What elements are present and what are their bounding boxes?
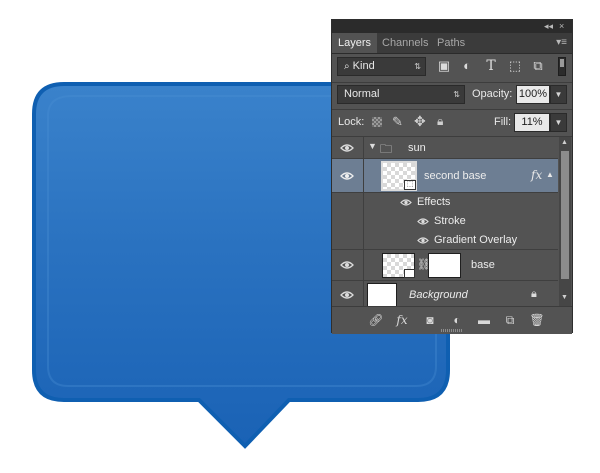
visibility-cell — [332, 137, 364, 158]
panel-menu-icon[interactable]: ▾≡ — [556, 33, 567, 53]
lock-label: Lock: — [338, 116, 365, 128]
visibility-cell — [332, 159, 364, 192]
resize-grip[interactable] — [441, 329, 463, 332]
scroll-up-icon[interactable]: ▲ — [561, 139, 568, 146]
lock-transparent-icon[interactable] — [372, 117, 382, 127]
fx-icon[interactable]: fx — [394, 313, 410, 327]
folder-icon[interactable]: ▬ — [476, 313, 492, 327]
lock-position-icon[interactable]: ✥ — [414, 113, 426, 130]
lock-icon: 🔒︎ — [531, 288, 537, 300]
visibility-cell — [332, 281, 364, 306]
eye-icon[interactable] — [340, 290, 354, 300]
mask-icon[interactable]: ◙ — [422, 313, 438, 327]
eye-icon[interactable] — [340, 260, 354, 270]
eye-icon[interactable] — [400, 198, 412, 207]
effect-name: Stroke — [434, 215, 466, 227]
layer-name: base — [471, 259, 495, 271]
smart-object-filter-icon[interactable]: ⧉ — [530, 58, 546, 74]
type-filter-icon[interactable]: T — [483, 58, 499, 74]
adjustment-icon[interactable]: ◐ — [449, 313, 465, 327]
kind-filter-dropdown[interactable]: ⌕ Kind ⇅ — [337, 57, 426, 76]
tab-paths[interactable]: Paths — [431, 33, 471, 53]
folder-icon: 🗀︎ — [380, 142, 393, 156]
visibility-cell — [332, 193, 364, 212]
blend-mode-value: Normal — [344, 88, 380, 100]
link-icon[interactable]: 🔗︎ — [368, 313, 384, 327]
trash-icon[interactable]: 🗑︎ — [529, 313, 545, 327]
effect-stroke[interactable]: Stroke — [332, 212, 558, 231]
blend-row: Normal ⇅ Opacity: 100% ▼ — [332, 82, 572, 110]
tab-channels[interactable]: Channels — [376, 33, 434, 53]
layer-name: second base — [424, 170, 487, 182]
fill-dropdown-arrow[interactable]: ▼ — [550, 113, 567, 132]
disclosure-triangle-icon[interactable]: ▼ — [368, 141, 377, 151]
blend-mode-dropdown[interactable]: Normal ⇅ — [337, 85, 465, 104]
updown-arrows-icon: ⇅ — [453, 90, 460, 99]
effect-gradient-overlay[interactable]: Gradient Overlay — [332, 231, 558, 250]
scrollbar-thumb[interactable] — [561, 151, 569, 279]
updown-arrows-icon: ⇅ — [414, 62, 421, 71]
layer-name: sun — [408, 142, 426, 154]
panel-titlebar: ◂◂ × — [332, 20, 572, 33]
filter-row: ⌕ Kind ⇅ ▣ ◐ T ⬚ ⧉ — [332, 53, 572, 83]
opacity-input[interactable]: 100% — [516, 85, 550, 104]
double-chevron-icon[interactable]: ◂◂ — [544, 19, 553, 33]
image-filter-icon[interactable]: ▣ — [436, 58, 452, 74]
layer-base[interactable]: ⛓︎ base — [332, 250, 558, 281]
layers-scrollbar[interactable]: ▲ ▼ — [559, 137, 571, 306]
close-icon[interactable]: × — [559, 19, 564, 33]
effects-label: Effects — [417, 196, 451, 208]
scroll-down-icon[interactable]: ▼ — [561, 294, 568, 301]
opacity-label: Opacity: — [472, 88, 513, 100]
layer-thumbnail — [367, 283, 397, 306]
kind-filter-label: Kind — [352, 60, 375, 72]
layers-panel: ◂◂ × Layers Channels Paths ▾≡ ⌕ Kind ⇅ ▣… — [331, 19, 573, 334]
tab-layers[interactable]: Layers — [332, 33, 378, 53]
lock-paint-icon[interactable]: ✎ — [392, 114, 403, 130]
layer-thumbnail — [382, 253, 415, 278]
eye-icon[interactable] — [340, 143, 354, 153]
visibility-cell — [332, 231, 364, 249]
layer-list: ▼ 🗀︎ sun ⬚ second base fx ▲ Effects Stro… — [332, 137, 558, 306]
visibility-cell — [332, 212, 364, 231]
layer-background[interactable]: Background 🔒︎ — [332, 281, 558, 306]
eye-icon[interactable] — [340, 171, 354, 181]
shape-layer-badge-icon — [404, 269, 415, 278]
lock-row: Lock: ✎ ✥ 🔒︎ Fill: 11% ▼ — [332, 109, 572, 137]
eye-icon[interactable] — [417, 217, 429, 226]
fx-collapse-arrow-icon[interactable]: ▲ — [546, 170, 554, 179]
visibility-cell — [332, 250, 364, 280]
layer-thumbnail: ⬚ — [381, 161, 417, 191]
eye-icon[interactable] — [417, 236, 429, 245]
shape-filter-icon[interactable]: ⬚ — [507, 58, 523, 74]
fill-label: Fill: — [494, 116, 512, 128]
shape-layer-badge-icon: ⬚ — [404, 180, 416, 190]
effect-name: Gradient Overlay — [434, 234, 518, 246]
layer-mask-thumbnail[interactable] — [428, 253, 461, 278]
fill-input[interactable]: 11% — [514, 113, 550, 132]
effects-header[interactable]: Effects — [332, 193, 558, 212]
layer-second-base[interactable]: ⬚ second base fx ▲ — [332, 159, 558, 193]
opacity-dropdown-arrow[interactable]: ▼ — [550, 85, 567, 104]
fx-icon[interactable]: fx — [531, 168, 542, 182]
adjustment-filter-icon[interactable]: ◐ — [459, 58, 475, 74]
filter-toggle-switch[interactable] — [558, 57, 566, 76]
layer-group-sun[interactable]: ▼ 🗀︎ sun — [332, 137, 558, 159]
layer-name: Background — [409, 289, 468, 301]
layers-bottom-toolbar: 🔗︎ fx ◙ ◐ ▬ ⧉ 🗑︎ — [332, 306, 572, 334]
new-layer-icon[interactable]: ⧉ — [502, 313, 518, 327]
lock-all-icon[interactable]: 🔒︎ — [437, 114, 443, 129]
search-icon: ⌕ — [344, 61, 350, 72]
panel-tabs: Layers Channels Paths ▾≡ — [332, 33, 572, 54]
